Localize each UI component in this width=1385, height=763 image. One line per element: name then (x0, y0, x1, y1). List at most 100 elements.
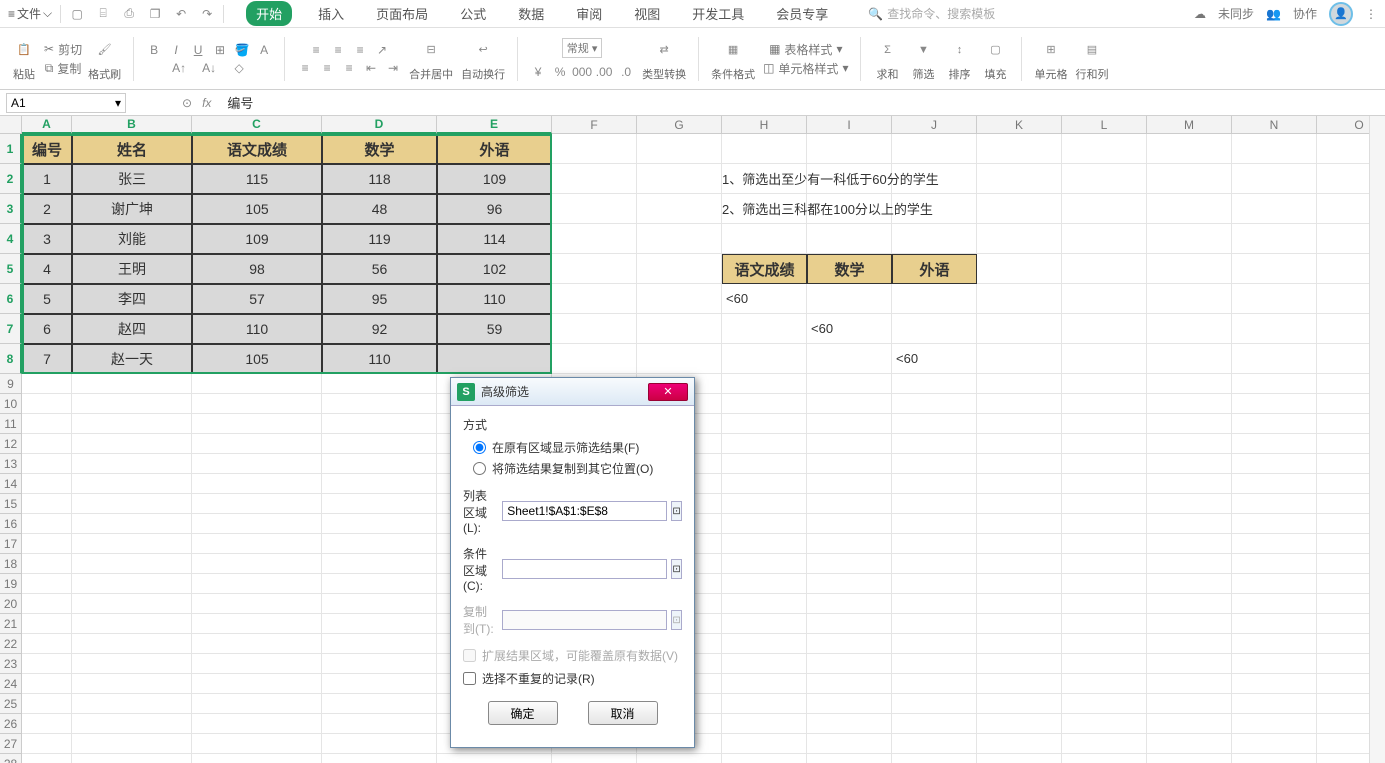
cell[interactable] (637, 194, 722, 224)
cell[interactable] (192, 534, 322, 554)
cell[interactable]: 109 (437, 164, 552, 194)
cell[interactable] (722, 314, 807, 344)
decrease-font-icon[interactable]: A↓ (201, 60, 217, 76)
row-header-16[interactable]: 16 (0, 514, 22, 534)
cell[interactable] (1147, 494, 1232, 514)
cell[interactable] (1062, 594, 1147, 614)
cell[interactable] (1147, 454, 1232, 474)
cell[interactable] (322, 374, 437, 394)
cell[interactable] (977, 754, 1062, 763)
cell[interactable] (322, 474, 437, 494)
row-header-6[interactable]: 6 (0, 284, 22, 314)
vertical-scrollbar[interactable] (1369, 116, 1385, 763)
cell[interactable] (1062, 314, 1147, 344)
align-top-icon[interactable]: ≡ (308, 42, 324, 58)
radio-copy-to[interactable]: 将筛选结果复制到其它位置(O) (473, 460, 682, 477)
cell[interactable] (1062, 674, 1147, 694)
row-header-25[interactable]: 25 (0, 694, 22, 714)
cell[interactable] (1232, 634, 1317, 654)
cell[interactable] (637, 224, 722, 254)
cell[interactable] (1232, 394, 1317, 414)
cancel-button[interactable]: 取消 (588, 701, 658, 725)
cell[interactable] (72, 474, 192, 494)
col-header-K[interactable]: K (977, 116, 1062, 134)
cell[interactable] (977, 594, 1062, 614)
cond-range-picker[interactable]: ⊡ (671, 559, 682, 579)
redo-icon[interactable]: ↷ (199, 6, 215, 22)
cell[interactable] (1232, 434, 1317, 454)
cell[interactable] (192, 634, 322, 654)
col-header-A[interactable]: A (22, 116, 72, 134)
cell[interactable] (892, 224, 977, 254)
cell[interactable] (192, 574, 322, 594)
cell[interactable] (977, 634, 1062, 654)
avatar[interactable]: 👤 (1329, 2, 1353, 26)
select-all-corner[interactable] (0, 116, 22, 134)
cell[interactable] (322, 714, 437, 734)
cell[interactable] (1147, 374, 1232, 394)
radio-in-place[interactable]: 在原有区域显示筛选结果(F) (473, 439, 682, 456)
cell[interactable] (22, 454, 72, 474)
cell[interactable] (1147, 654, 1232, 674)
cell[interactable] (22, 754, 72, 763)
cell[interactable] (977, 414, 1062, 434)
cell[interactable] (192, 734, 322, 754)
cell[interactable] (1232, 254, 1317, 284)
cell[interactable] (892, 714, 977, 734)
cell[interactable] (1062, 654, 1147, 674)
cell[interactable] (1062, 514, 1147, 534)
cell[interactable] (72, 494, 192, 514)
cell[interactable] (1062, 434, 1147, 454)
table-style-button[interactable]: ▦表格样式 ▾ (769, 41, 842, 58)
radio-copy-to-input[interactable] (473, 462, 486, 475)
comma-icon[interactable]: 000 (574, 64, 590, 80)
cell[interactable] (192, 614, 322, 634)
cell[interactable]: 57 (192, 284, 322, 314)
cell[interactable] (22, 554, 72, 574)
cell[interactable] (1062, 254, 1147, 284)
row-header-1[interactable]: 1 (0, 134, 22, 164)
bold-icon[interactable]: B (146, 42, 162, 58)
cell[interactable] (22, 694, 72, 714)
cell[interactable] (552, 134, 637, 164)
sync-status[interactable]: 未同步 (1218, 5, 1254, 22)
cell[interactable] (1232, 714, 1317, 734)
tab-data[interactable]: 数据 (512, 1, 550, 26)
row-header-8[interactable]: 8 (0, 344, 22, 374)
cell[interactable]: 王明 (72, 254, 192, 284)
cell[interactable] (807, 374, 892, 394)
cell[interactable] (722, 714, 807, 734)
cell[interactable] (322, 574, 437, 594)
cell[interactable] (1062, 714, 1147, 734)
cell[interactable] (22, 614, 72, 634)
cell[interactable] (192, 394, 322, 414)
cell[interactable] (552, 194, 637, 224)
cell[interactable] (637, 284, 722, 314)
col-header-L[interactable]: L (1062, 116, 1147, 134)
cell[interactable] (977, 134, 1062, 164)
align-center-icon[interactable]: ≡ (319, 60, 335, 76)
row-header-2[interactable]: 2 (0, 164, 22, 194)
cell[interactable] (892, 734, 977, 754)
cell[interactable] (892, 554, 977, 574)
row-header-27[interactable]: 27 (0, 734, 22, 754)
radio-in-place-input[interactable] (473, 441, 486, 454)
row-header-23[interactable]: 23 (0, 654, 22, 674)
cell[interactable] (192, 754, 322, 763)
orientation-icon[interactable]: ↗ (374, 42, 390, 58)
row-header-18[interactable]: 18 (0, 554, 22, 574)
align-left-icon[interactable]: ≡ (297, 60, 313, 76)
cell[interactable] (977, 194, 1062, 224)
cell[interactable] (1062, 554, 1147, 574)
underline-icon[interactable]: U (190, 42, 206, 58)
cell[interactable] (1147, 434, 1232, 454)
cell[interactable] (977, 454, 1062, 474)
cell[interactable] (1147, 134, 1232, 164)
cell[interactable] (722, 394, 807, 414)
italic-icon[interactable]: I (168, 42, 184, 58)
decrease-decimal-icon[interactable]: .0 (618, 64, 634, 80)
cell[interactable]: 4 (22, 254, 72, 284)
cell[interactable] (1147, 514, 1232, 534)
cell[interactable] (892, 134, 977, 164)
col-header-H[interactable]: H (722, 116, 807, 134)
